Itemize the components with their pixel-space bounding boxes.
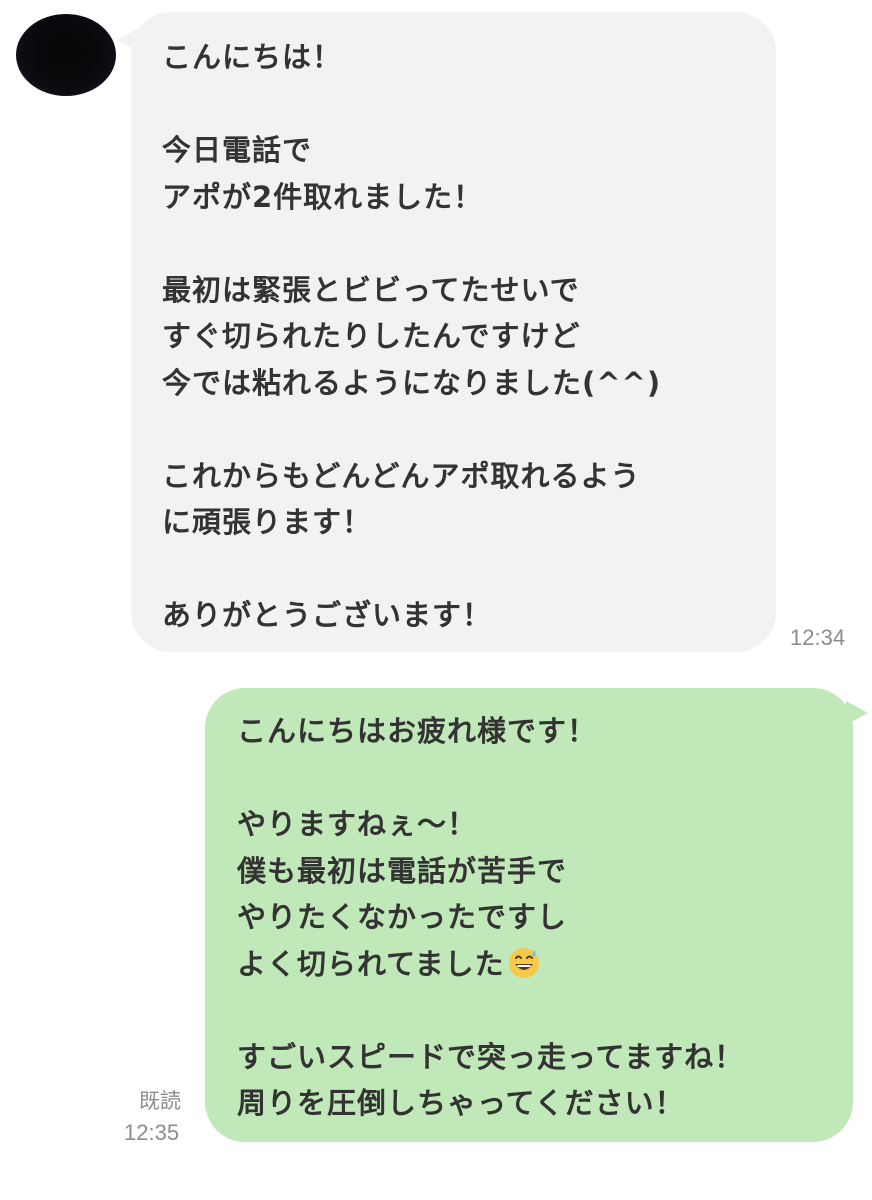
message-line [162, 406, 752, 453]
message-line: こんにちは！ [162, 40, 343, 74]
message-line: すごいスピードで突っ走ってますね！ [237, 1039, 745, 1074]
message-line: これからもどんどんアポ取れるよう [162, 458, 641, 493]
message-line: すぐ切られたりしたんですけど [162, 319, 581, 353]
incoming-timestamp: 12:34 [790, 625, 846, 650]
message-line: 周りを圧倒しちゃってください！ [237, 1086, 685, 1120]
incoming-message-text: こんにちは！ 今日電話で アポが2件取れました！ 最初は緊張とビビってたせいで … [162, 34, 752, 639]
message-line-with-emoji: よく切られてました [237, 941, 829, 988]
grinning-sweat-emoji-icon [507, 946, 541, 980]
message-line [162, 81, 752, 128]
message-line: に頑張ります！ [162, 505, 373, 539]
message-line [237, 987, 829, 1034]
sender-avatar[interactable] [16, 14, 116, 96]
outgoing-timestamp: 12:35 [124, 1120, 180, 1145]
message-line: 今では粘れるようになりました(^^) [162, 365, 662, 400]
message-line: やりますねぇ〜！ [237, 807, 478, 841]
message-line: こんにちはお疲れ様です！ [237, 714, 598, 748]
outgoing-message-text: こんにちはお疲れ様です！ やりますねぇ〜！ 僕も最初は電話が苦手で やりたくなか… [237, 708, 829, 1127]
message-line: 今日電話で [162, 133, 313, 167]
outgoing-message-bubble[interactable]: こんにちはお疲れ様です！ やりますねぇ〜！ 僕も最初は電話が苦手で やりたくなか… [205, 688, 853, 1142]
message-line: 僕も最初は電話が苦手で [237, 853, 568, 888]
incoming-message-bubble[interactable]: こんにちは！ 今日電話で アポが2件取れました！ 最初は緊張とビビってたせいで … [131, 12, 776, 652]
message-line-text: よく切られてました [237, 946, 505, 981]
message-line [162, 546, 752, 593]
read-status: 既読 [139, 1089, 181, 1113]
message-line: やりたくなかったですし [237, 900, 568, 934]
message-line: アポが2件取れました！ [162, 179, 484, 214]
message-line: 最初は緊張とビビってたせいで [162, 272, 580, 307]
message-line [162, 220, 752, 267]
message-line: ありがとうございます！ [162, 598, 493, 632]
message-line [237, 755, 829, 802]
